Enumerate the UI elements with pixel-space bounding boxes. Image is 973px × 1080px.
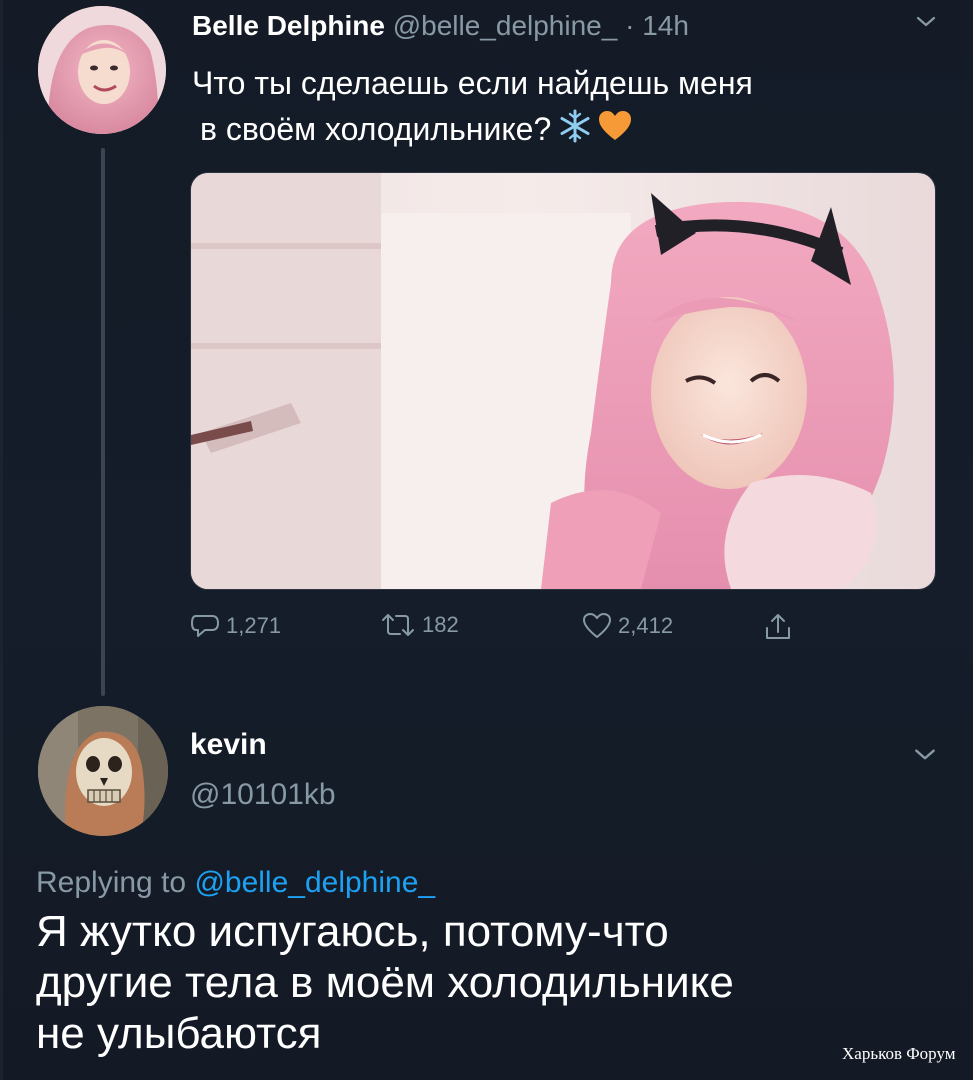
tweet-text: Что ты сделаешь если найдешь меня в своё…	[192, 60, 932, 156]
window-edge	[0, 0, 3, 1080]
reply-author-handle[interactable]: @10101kb	[190, 778, 336, 812]
replying-to-prefix: Replying to	[36, 866, 187, 899]
watermark: Харьков Форум	[842, 1044, 956, 1063]
reply-count: 1,271	[226, 613, 282, 638]
share-icon	[766, 614, 790, 639]
like-count: 2,412	[618, 613, 674, 638]
snowflake-icon	[557, 108, 593, 156]
tweet-actions-bar: 1,271 182 2,412	[190, 612, 830, 652]
header-separator: ·	[625, 10, 635, 41]
like-action[interactable]: 2,412	[582, 612, 673, 640]
share-action[interactable]	[764, 612, 792, 642]
reply-author-name[interactable]: kevin	[190, 728, 267, 762]
reply-chevron-down-icon[interactable]	[912, 742, 938, 768]
reply-action[interactable]: 1,271	[190, 612, 281, 640]
reply-text-line-2: другие тела в моём холодильнике	[36, 958, 734, 1007]
thread-connector-line	[101, 148, 105, 696]
heart-icon	[583, 613, 611, 638]
retweet-icon	[382, 614, 414, 636]
avatar-skull-image	[38, 706, 168, 836]
author-avatar[interactable]	[38, 6, 166, 134]
avatar-portrait-image	[38, 6, 166, 134]
retweet-count: 182	[422, 612, 459, 637]
replying-to-mention[interactable]: @belle_delphine_	[194, 866, 435, 899]
tweet-text-line-1: Что ты сделаешь если найдешь меня	[192, 65, 753, 101]
orange-heart-icon	[597, 109, 633, 155]
replying-to-line: Replying to @belle_delphine_	[36, 866, 435, 900]
page: Belle Delphine @belle_delphine_ · 14h Чт…	[0, 0, 973, 1080]
tweet-header: Belle Delphine @belle_delphine_ · 14h	[192, 10, 689, 42]
reply-text-line-1: Я жутко испугаюсь, потому-что	[36, 907, 669, 956]
tweet-text-line-2-row: в своём холодильнике?	[192, 106, 932, 156]
retweet-action[interactable]: 182	[380, 612, 459, 638]
author-name[interactable]: Belle Delphine	[192, 10, 385, 41]
reply-text-line-3: не улыбаются	[36, 1009, 322, 1058]
author-handle[interactable]: @belle_delphine_	[393, 10, 618, 41]
reply-text: Я жутко испугаюсь, потому-что другие тел…	[36, 906, 936, 1059]
chevron-down-icon[interactable]	[914, 10, 938, 34]
media-photo	[191, 173, 935, 589]
tweet-media-image[interactable]	[190, 172, 936, 590]
reply-icon	[191, 615, 219, 637]
tweet-text-line-2: в своём холодильнике?	[200, 111, 552, 147]
reply-author-avatar[interactable]	[38, 706, 168, 836]
tweet-timestamp[interactable]: 14h	[642, 10, 689, 41]
